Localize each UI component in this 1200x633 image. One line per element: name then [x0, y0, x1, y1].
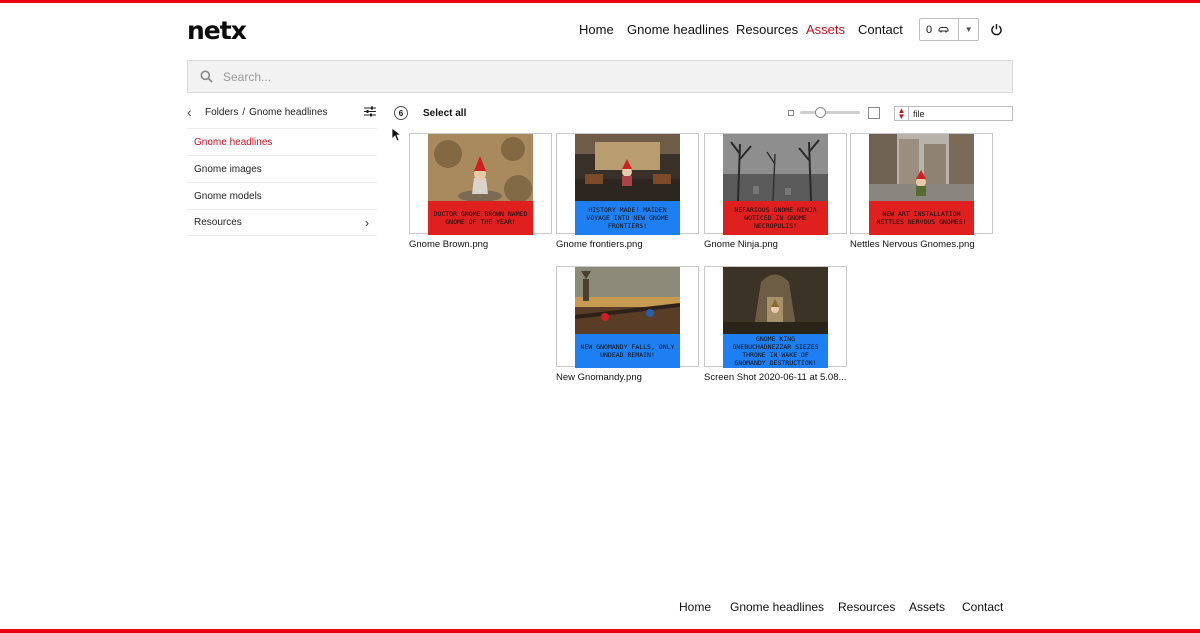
search-icon [200, 70, 213, 83]
asset-thumbnail: New art installation Nettles nervous gno… [869, 134, 974, 235]
footer-nav-gnome-headlines[interactable]: Gnome headlines [730, 600, 824, 614]
asset-card[interactable]: New Gnomandy falls, only undead remain! … [556, 266, 699, 383]
asset-count-badge: 6 [394, 106, 408, 120]
thumbnail-scene-image [723, 267, 828, 334]
nav-home[interactable]: Home [579, 22, 614, 37]
asset-filename[interactable]: Gnome frontiers.png [556, 239, 699, 250]
cart-dropdown-chevron-icon[interactable]: ▼ [959, 25, 978, 34]
cart-button[interactable]: 0 [920, 19, 960, 40]
footer-nav-assets[interactable]: Assets [909, 600, 945, 614]
sidebar-item-gnome-images[interactable]: Gnome images [187, 155, 377, 182]
breadcrumb-current: Gnome headlines [249, 106, 328, 118]
asset-thumbnail-frame[interactable]: New Gnomandy falls, only undead remain! [556, 266, 699, 368]
asset-card[interactable]: History made! Maiden voyage into new gno… [556, 133, 699, 250]
cart-widget[interactable]: 0 ▼ [919, 18, 979, 41]
sort-arrows-icon[interactable]: ▲ ▼ [895, 106, 909, 120]
search-bar[interactable] [187, 60, 1013, 93]
asset-card[interactable]: Gnome King Gnebuchadnezzar siezes throne… [704, 266, 847, 383]
car-icon [938, 27, 949, 33]
thumbnail-caption: History made! Maiden voyage into new gno… [575, 201, 680, 235]
asset-filename[interactable]: New Gnomandy.png [556, 372, 699, 383]
asset-thumbnail-frame[interactable]: Nefarious gnome ninja noticed in gnome n… [704, 133, 847, 235]
breadcrumb: ‹ Folders / Gnome headlines [187, 104, 377, 120]
cart-count: 0 [926, 23, 933, 36]
sidebar-item-gnome-headlines[interactable]: Gnome headlines [187, 128, 377, 155]
thumbnail-caption: Gnome King Gnebuchadnezzar siezes throne… [723, 334, 828, 368]
sidebar-item-label: Gnome models [194, 190, 262, 202]
sort-select[interactable]: ▲ ▼ file [894, 106, 1013, 121]
asset-thumbnail: History made! Maiden voyage into new gno… [575, 134, 680, 235]
asset-thumbnail: New Gnomandy falls, only undead remain! [575, 267, 680, 368]
thumbnail-caption: Nefarious gnome ninja noticed in gnome n… [723, 201, 828, 235]
thumbnail-scene-image [575, 134, 680, 201]
filter-settings-icon[interactable] [364, 106, 376, 117]
back-chevron-icon[interactable]: ‹ [187, 104, 201, 120]
asset-filename[interactable]: Nettles Nervous Gnomes.png [850, 239, 993, 250]
thumbnail-scene-image [869, 134, 974, 201]
sidebar-item-resources[interactable]: Resources › [187, 209, 377, 236]
sidebar-item-label: Gnome images [194, 163, 262, 175]
mouse-cursor-icon [391, 127, 401, 142]
asset-thumbnail-frame[interactable]: Doctor Gnome Brown named Gnome of the Ye… [409, 133, 552, 235]
small-thumbnail-icon[interactable] [788, 110, 794, 116]
sidebar-item-label: Gnome headlines [194, 136, 273, 148]
thumbnail-scene-image [575, 267, 680, 334]
nav-gnome-headlines[interactable]: Gnome headlines [627, 22, 729, 37]
thumbnail-scene-image [723, 134, 828, 201]
nav-assets[interactable]: Assets [806, 22, 845, 37]
asset-card[interactable]: Doctor Gnome Brown named Gnome of the Ye… [409, 133, 552, 250]
chevron-right-icon[interactable]: › [365, 216, 369, 230]
bottom-accent-bar [0, 629, 1200, 633]
sidebar-item-gnome-models[interactable]: Gnome models [187, 182, 377, 209]
thumbnail-size-slider[interactable] [800, 107, 860, 118]
asset-thumbnail: Gnome King Gnebuchadnezzar siezes throne… [723, 267, 828, 368]
search-input[interactable] [223, 69, 923, 84]
asset-filename[interactable]: Gnome Brown.png [409, 239, 552, 250]
asset-thumbnail: Doctor Gnome Brown named Gnome of the Ye… [428, 134, 533, 235]
select-all-button[interactable]: Select all [423, 108, 466, 119]
thumbnail-caption: Doctor Gnome Brown named Gnome of the Ye… [428, 201, 533, 235]
power-icon[interactable] [990, 23, 1003, 36]
nav-contact[interactable]: Contact [858, 22, 903, 37]
nav-resources[interactable]: Resources [736, 22, 798, 37]
footer-nav-resources[interactable]: Resources [838, 600, 895, 614]
large-thumbnail-icon[interactable] [868, 107, 880, 119]
asset-filename[interactable]: Screen Shot 2020-06-11 at 5.08.... [704, 372, 847, 383]
netx-logo[interactable]: netx [187, 16, 247, 45]
asset-card[interactable]: Nefarious gnome ninja noticed in gnome n… [704, 133, 847, 250]
footer-nav-contact[interactable]: Contact [962, 600, 1003, 614]
breadcrumb-root[interactable]: Folders [205, 107, 238, 118]
breadcrumb-separator: / [242, 106, 246, 118]
asset-card[interactable]: New art installation Nettles nervous gno… [850, 133, 993, 250]
asset-thumbnail-frame[interactable]: Gnome King Gnebuchadnezzar siezes throne… [704, 266, 847, 368]
sort-value: file [913, 108, 925, 119]
sidebar-item-label: Resources [194, 217, 242, 228]
asset-filename[interactable]: Gnome Ninja.png [704, 239, 847, 250]
asset-thumbnail: Nefarious gnome ninja noticed in gnome n… [723, 134, 828, 235]
folder-sidebar: Gnome headlines Gnome images Gnome model… [187, 128, 377, 236]
thumbnail-scene-image [428, 134, 533, 201]
asset-thumbnail-frame[interactable]: New art installation Nettles nervous gno… [850, 133, 993, 235]
thumbnail-caption: New art installation Nettles nervous gno… [869, 201, 974, 235]
top-accent-bar [0, 0, 1200, 3]
asset-thumbnail-frame[interactable]: History made! Maiden voyage into new gno… [556, 133, 699, 235]
thumbnail-caption: New Gnomandy falls, only undead remain! [575, 334, 680, 368]
footer-nav-home[interactable]: Home [679, 600, 711, 614]
slider-handle[interactable] [814, 107, 826, 118]
